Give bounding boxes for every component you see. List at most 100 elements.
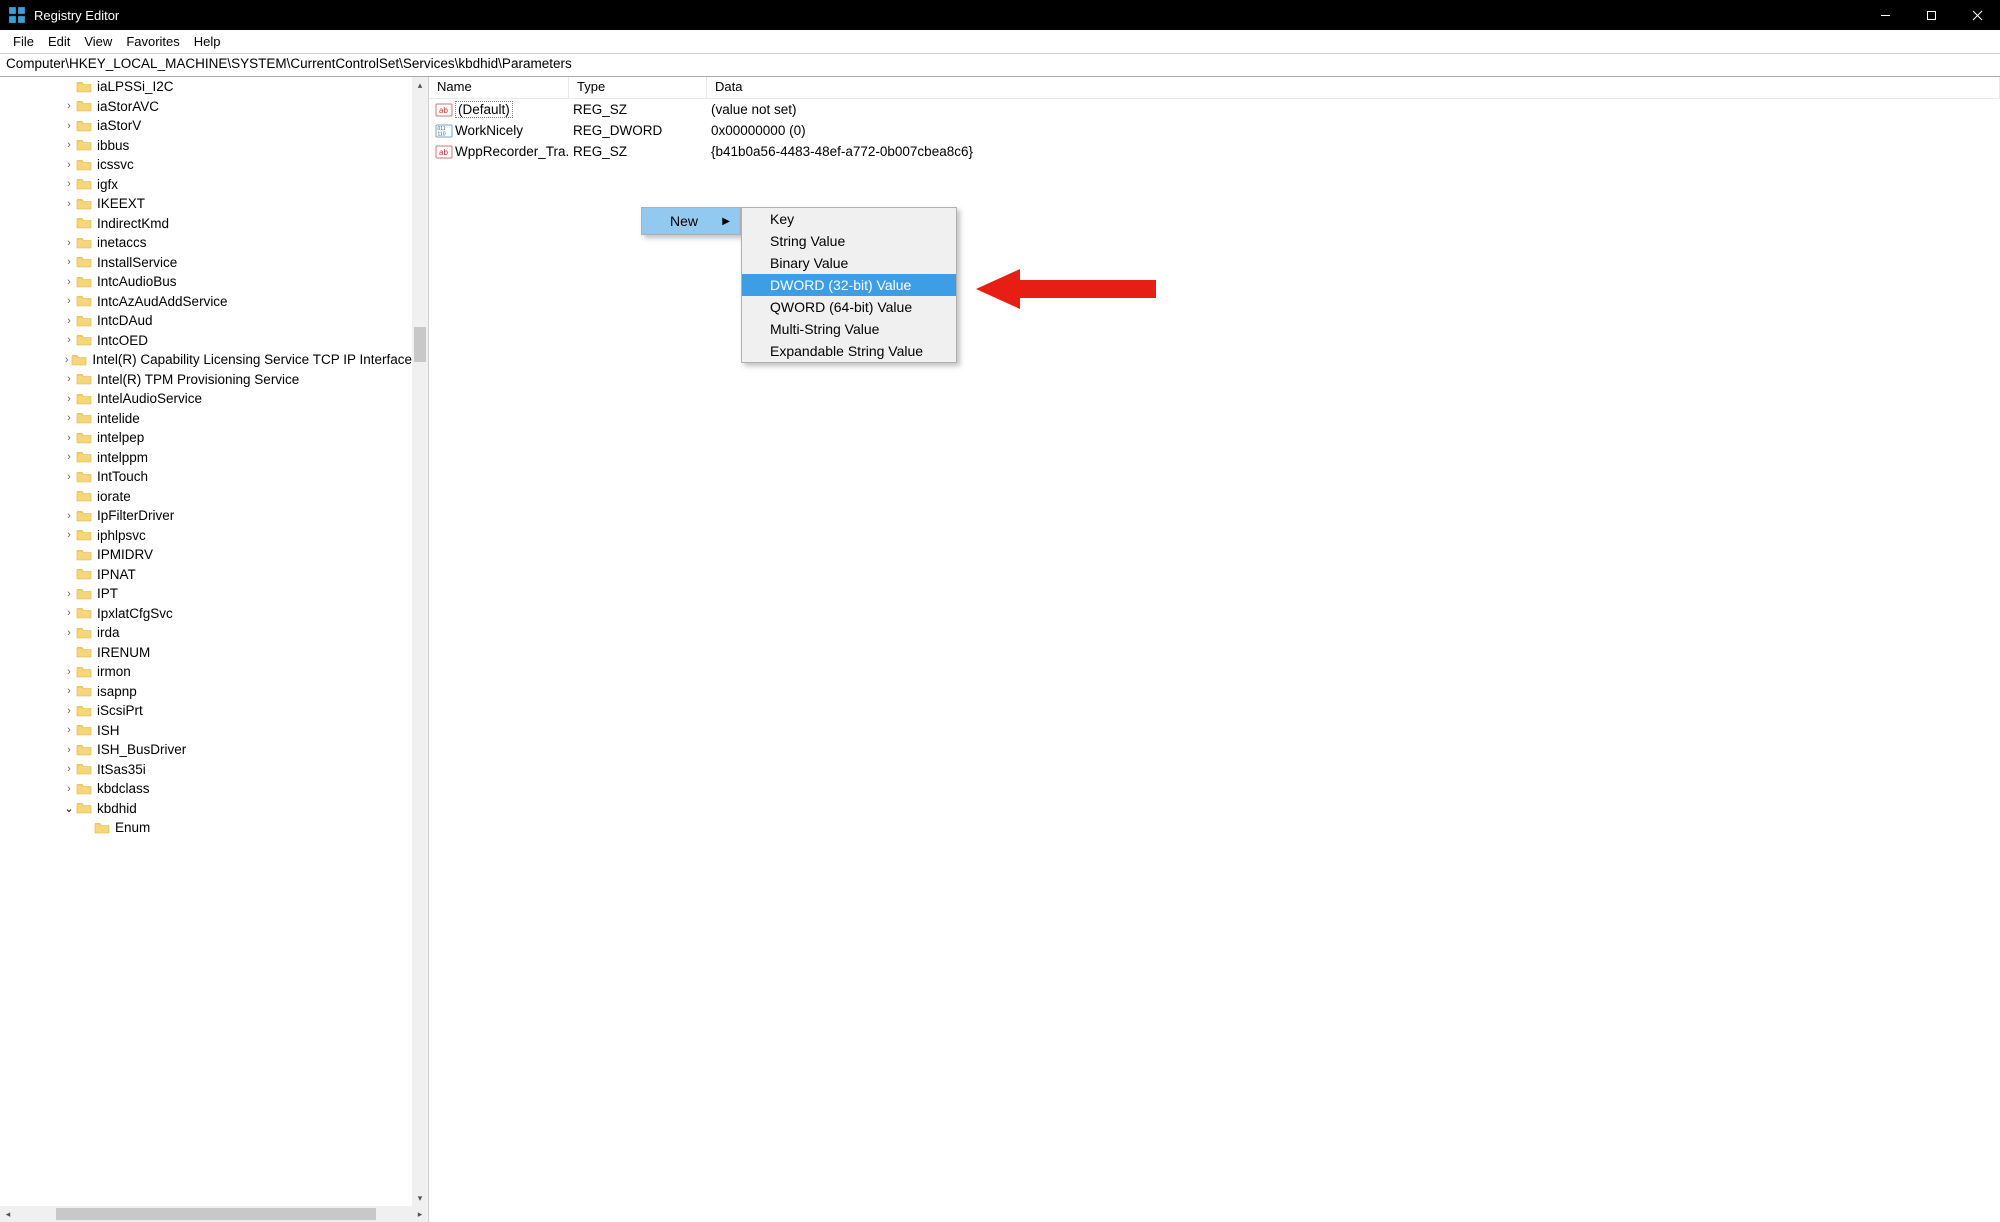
tree-expander-icon[interactable]: › xyxy=(62,256,76,268)
tree-item[interactable]: Enum xyxy=(0,818,412,838)
close-button[interactable] xyxy=(1954,0,2000,30)
tree-item[interactable]: ›IpFilterDriver xyxy=(0,506,412,526)
maximize-button[interactable] xyxy=(1908,0,1954,30)
tree-expander-icon[interactable]: › xyxy=(62,334,76,346)
tree-item[interactable]: ⌄kbdhid xyxy=(0,799,412,819)
tree-item[interactable]: ›iphlpsvc xyxy=(0,526,412,546)
tree-expander-icon[interactable]: › xyxy=(62,120,76,132)
address-input[interactable] xyxy=(6,56,1994,71)
column-header-data[interactable]: Data xyxy=(707,77,2000,98)
minimize-button[interactable] xyxy=(1862,0,1908,30)
tree-expander-icon[interactable]: › xyxy=(62,139,76,151)
tree-item[interactable]: ›InstallService xyxy=(0,253,412,273)
context-submenu-item[interactable]: Binary Value xyxy=(742,252,956,274)
tree-item[interactable]: ›IpxlatCfgSvc xyxy=(0,604,412,624)
tree-item[interactable]: ›isapnp xyxy=(0,682,412,702)
tree-item[interactable]: iaLPSSi_I2C xyxy=(0,77,412,97)
scroll-right-icon[interactable]: ▸ xyxy=(412,1206,428,1222)
scroll-up-icon[interactable]: ▴ xyxy=(412,77,428,93)
tree-expander-icon[interactable]: › xyxy=(62,276,76,288)
tree-item[interactable]: ›irda xyxy=(0,623,412,643)
context-menu[interactable]: New ▶ xyxy=(641,207,741,235)
tree-expander-icon[interactable]: › xyxy=(62,412,76,424)
tree-item[interactable]: IPMIDRV xyxy=(0,545,412,565)
tree-item[interactable]: ›ibbus xyxy=(0,136,412,156)
tree-item[interactable]: ›intelppm xyxy=(0,448,412,468)
tree-vertical-scrollbar[interactable]: ▴ ▾ xyxy=(412,77,428,1206)
tree-item[interactable]: ›iaStorV xyxy=(0,116,412,136)
tree-expander-icon[interactable]: › xyxy=(62,451,76,463)
scroll-left-icon[interactable]: ◂ xyxy=(0,1206,16,1222)
registry-value-row[interactable]: 011110WorkNicelyREG_DWORD0x00000000 (0) xyxy=(429,120,2000,141)
tree-item[interactable]: IndirectKmd xyxy=(0,214,412,234)
tree-expander-icon[interactable]: › xyxy=(62,783,76,795)
tree-expander-icon[interactable]: › xyxy=(62,432,76,444)
context-submenu-item[interactable]: String Value xyxy=(742,230,956,252)
tree-expander-icon[interactable]: › xyxy=(62,354,71,366)
tree-item[interactable]: ›IntcAudioBus xyxy=(0,272,412,292)
tree-expander-icon[interactable]: › xyxy=(62,607,76,619)
scroll-thumb[interactable] xyxy=(56,1208,376,1220)
tree-expander-icon[interactable]: › xyxy=(62,237,76,249)
tree-item[interactable]: ›irmon xyxy=(0,662,412,682)
context-submenu-item[interactable]: Expandable String Value xyxy=(742,340,956,362)
tree-item[interactable]: ›inetaccs xyxy=(0,233,412,253)
tree-item[interactable]: IPNAT xyxy=(0,565,412,585)
tree-expander-icon[interactable]: ⌄ xyxy=(62,802,76,815)
tree-item[interactable]: ›Intel(R) TPM Provisioning Service xyxy=(0,370,412,390)
tree-item[interactable]: ›iaStorAVC xyxy=(0,97,412,117)
tree-item[interactable]: ›IntcAzAudAddService xyxy=(0,292,412,312)
tree-expander-icon[interactable]: › xyxy=(62,393,76,405)
tree-item[interactable]: ›Intel(R) Capability Licensing Service T… xyxy=(0,350,412,370)
context-submenu-item[interactable]: DWORD (32-bit) Value xyxy=(742,274,956,296)
tree-item[interactable]: ›kbdclass xyxy=(0,779,412,799)
context-menu-item-new[interactable]: New ▶ xyxy=(642,208,740,234)
tree-item[interactable]: ›igfx xyxy=(0,175,412,195)
column-header-name[interactable]: Name xyxy=(429,77,569,98)
tree-expander-icon[interactable]: › xyxy=(62,198,76,210)
menu-help[interactable]: Help xyxy=(187,32,228,51)
context-submenu-item[interactable]: Multi-String Value xyxy=(742,318,956,340)
tree-item[interactable]: ›ItSas35i xyxy=(0,760,412,780)
tree-expander-icon[interactable]: › xyxy=(62,315,76,327)
menu-file[interactable]: File xyxy=(6,32,41,51)
tree-expander-icon[interactable]: › xyxy=(62,510,76,522)
tree-expander-icon[interactable]: › xyxy=(62,373,76,385)
tree-item[interactable]: ›IntTouch xyxy=(0,467,412,487)
tree-expander-icon[interactable]: › xyxy=(62,685,76,697)
tree-item[interactable]: ›IntcDAud xyxy=(0,311,412,331)
tree-item[interactable]: ›IPT xyxy=(0,584,412,604)
tree-expander-icon[interactable]: › xyxy=(62,471,76,483)
tree-expander-icon[interactable]: › xyxy=(62,178,76,190)
menu-favorites[interactable]: Favorites xyxy=(119,32,186,51)
tree-item[interactable]: ›ISH_BusDriver xyxy=(0,740,412,760)
tree-item[interactable]: iorate xyxy=(0,487,412,507)
scroll-down-icon[interactable]: ▾ xyxy=(412,1190,428,1206)
tree-expander-icon[interactable]: › xyxy=(62,763,76,775)
tree-expander-icon[interactable]: › xyxy=(62,744,76,756)
tree-item[interactable]: ›ISH xyxy=(0,721,412,741)
tree-item[interactable]: ›IKEEXT xyxy=(0,194,412,214)
tree-expander-icon[interactable]: › xyxy=(62,159,76,171)
column-header-type[interactable]: Type xyxy=(569,77,707,98)
context-submenu-item[interactable]: QWORD (64-bit) Value xyxy=(742,296,956,318)
menu-edit[interactable]: Edit xyxy=(41,32,77,51)
tree-horizontal-scrollbar[interactable]: ◂ ▸ xyxy=(0,1206,428,1222)
tree-expander-icon[interactable]: › xyxy=(62,100,76,112)
tree-expander-icon[interactable]: › xyxy=(62,295,76,307)
tree-item[interactable]: ›icssvc xyxy=(0,155,412,175)
context-submenu-item[interactable]: Key xyxy=(742,208,956,230)
tree-expander-icon[interactable]: › xyxy=(62,588,76,600)
tree-item[interactable]: ›intelide xyxy=(0,409,412,429)
scroll-thumb[interactable] xyxy=(414,327,426,362)
tree-item[interactable]: ›IntelAudioService xyxy=(0,389,412,409)
tree-expander-icon[interactable]: › xyxy=(62,627,76,639)
tree-expander-icon[interactable]: › xyxy=(62,529,76,541)
menu-view[interactable]: View xyxy=(77,32,119,51)
tree-item[interactable]: ›iScsiPrt xyxy=(0,701,412,721)
registry-value-row[interactable]: abWppRecorder_Tra...REG_SZ{b41b0a56-4483… xyxy=(429,141,2000,162)
registry-value-row[interactable]: ab(Default)REG_SZ(value not set) xyxy=(429,99,2000,120)
tree-item[interactable]: IRENUM xyxy=(0,643,412,663)
tree-item[interactable]: ›IntcOED xyxy=(0,331,412,351)
context-submenu[interactable]: KeyString ValueBinary ValueDWORD (32-bit… xyxy=(741,207,957,363)
